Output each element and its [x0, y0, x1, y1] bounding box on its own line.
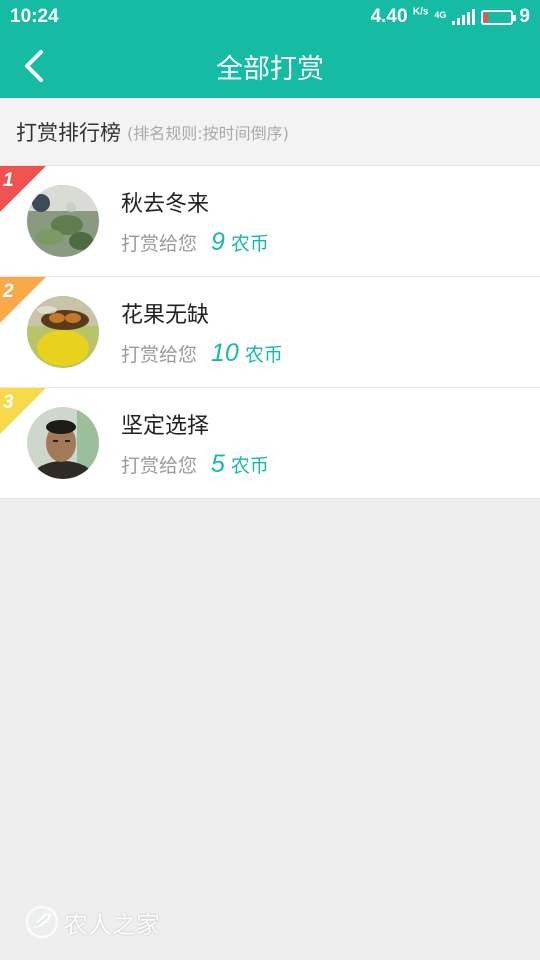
reward-line: 打赏给您 9 农币: [121, 228, 269, 257]
reward-label: 打赏给您: [121, 454, 198, 477]
reward-info: 花果无缺 打赏给您 10 农币: [121, 297, 283, 368]
rank-number: 2: [3, 281, 14, 302]
reward-unit: 农币: [230, 232, 269, 255]
ranking-title: 打赏排行榜: [16, 120, 121, 145]
back-button[interactable]: [10, 42, 58, 90]
user-name: 秋去冬来: [121, 191, 210, 217]
watermark-text: 农人之家: [64, 910, 160, 939]
reward-amount: 9: [211, 227, 225, 256]
status-bar: 10:24 4.40 K/s 4G 9: [0, 0, 540, 34]
rank-number: 3: [3, 392, 14, 413]
reward-info: 秋去冬来 打赏给您 9 农币: [121, 186, 269, 257]
rank-ribbon: 1: [0, 166, 46, 212]
reward-unit: 农币: [244, 343, 283, 366]
reward-line: 打赏给您 5 农币: [121, 450, 269, 479]
page-title: 全部打赏: [216, 53, 324, 85]
reward-line: 打赏给您 10 农币: [121, 339, 283, 368]
battery-level: 9: [519, 6, 530, 27]
rank-ribbon: 2: [0, 277, 46, 323]
reward-row[interactable]: 1 秋去冬来 打赏给您 9 农币: [0, 166, 540, 277]
reward-unit: 农币: [230, 454, 269, 477]
reward-row[interactable]: 3 坚定选择 打赏给您 5 农币: [0, 388, 540, 499]
user-name: 坚定选择: [121, 413, 210, 439]
reward-amount: 10: [211, 338, 239, 367]
watermark: 农人之家: [24, 904, 160, 940]
chevron-left-icon: [25, 50, 43, 82]
signal-icon: [452, 9, 476, 25]
status-right: 4.40 K/s 4G 9: [371, 6, 530, 28]
rank-number: 1: [3, 170, 14, 191]
reward-amount: 5: [211, 449, 225, 478]
reward-info: 坚定选择 打赏给您 5 农币: [121, 408, 269, 479]
battery-icon: [481, 9, 517, 25]
reward-label: 打赏给您: [121, 232, 198, 255]
reward-row[interactable]: 2 花果无缺 打赏给您 10 农币: [0, 277, 540, 388]
rank-ribbon: 3: [0, 388, 46, 434]
ranking-rule-note: (排名规则:按时间倒序): [127, 123, 289, 143]
reward-label: 打赏给您: [121, 343, 198, 366]
network-type: 4G: [434, 10, 447, 20]
section-header: 打赏排行榜 (排名规则:按时间倒序): [0, 98, 540, 166]
user-name: 花果无缺: [121, 302, 210, 328]
reward-list: 1 秋去冬来 打赏给您 9 农币 2 花果无缺 打赏给您 10 农币 3 坚定选…: [0, 166, 540, 499]
app-bar: 全部打赏: [0, 34, 540, 98]
leaf-logo-icon: [25, 905, 59, 939]
status-time: 10:24: [10, 6, 59, 27]
network-speed: 4.40 K/s: [370, 6, 429, 27]
